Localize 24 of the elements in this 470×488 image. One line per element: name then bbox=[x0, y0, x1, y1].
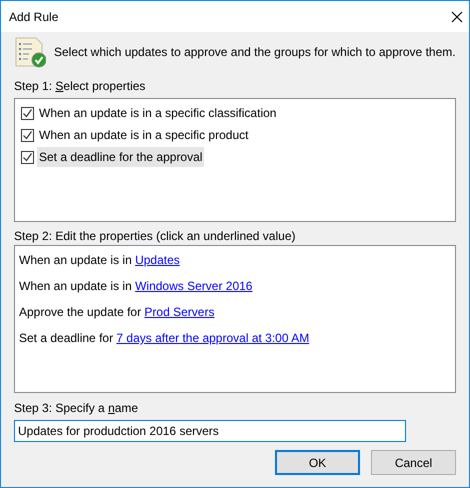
checklist-icon bbox=[14, 36, 46, 68]
step-2-label: Step 2: Edit the properties (click an underlined value) bbox=[14, 228, 296, 245]
property-line: When an update is in Windows Server 2016 bbox=[19, 278, 254, 295]
checkbox[interactable] bbox=[21, 106, 34, 120]
close-icon[interactable] bbox=[451, 10, 463, 22]
value-link[interactable]: Updates bbox=[135, 253, 180, 267]
property-item[interactable]: Set a deadline for the approval bbox=[37, 147, 204, 167]
checkbox[interactable] bbox=[21, 128, 34, 142]
intro-text: Select which updates to approve and the groups for which to approve them. bbox=[54, 44, 456, 61]
property-item[interactable]: When an update is in a specific classification bbox=[37, 103, 278, 123]
dialog-button[interactable]: Cancel bbox=[371, 450, 456, 475]
property-line: Set a deadline for 7 days after the approval at 3:00 AM bbox=[19, 330, 310, 347]
value-link[interactable]: Prod Servers bbox=[144, 305, 214, 319]
window-title: Add Rule bbox=[9, 8, 58, 26]
dialog-button[interactable]: OK bbox=[275, 450, 360, 475]
step-3-label: Step 3: Specify a name bbox=[14, 401, 138, 415]
property-line: When an update is in Updates bbox=[19, 252, 181, 269]
value-link[interactable]: 7 days after the approval at 3:00 AM bbox=[116, 331, 310, 345]
checkbox[interactable] bbox=[21, 150, 34, 164]
name-field[interactable]: Updates for produdction 2016 servers bbox=[14, 420, 406, 442]
property-line: Approve the update for Prod Servers bbox=[19, 304, 216, 321]
property-item[interactable]: When an update is in a specific product bbox=[37, 125, 250, 145]
step-1-label: Step 1: Select properties bbox=[14, 79, 146, 93]
value-link[interactable]: Windows Server 2016 bbox=[135, 279, 252, 293]
